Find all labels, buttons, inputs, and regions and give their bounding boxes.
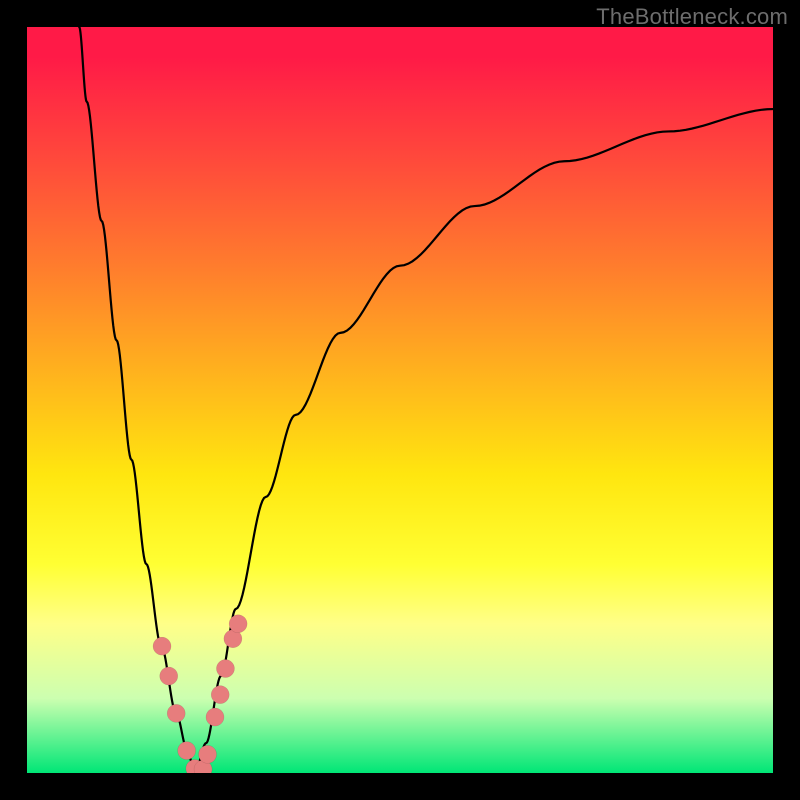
marker-dot: [178, 742, 196, 760]
chart-svg: [27, 27, 773, 773]
chart-frame: TheBottleneck.com: [0, 0, 800, 800]
marker-dot: [229, 615, 247, 633]
marker-dot: [153, 637, 171, 655]
chart-markers: [153, 615, 247, 773]
curve-left-branch: [79, 27, 195, 773]
marker-dot: [211, 686, 229, 704]
marker-dot: [160, 667, 178, 685]
chart-plot-area: [27, 27, 773, 773]
watermark-text: TheBottleneck.com: [596, 4, 788, 30]
marker-dot: [206, 708, 224, 726]
chart-curves: [79, 27, 773, 773]
marker-dot: [199, 745, 217, 763]
marker-dot: [216, 660, 234, 678]
marker-dot: [167, 704, 185, 722]
curve-right-branch: [195, 109, 773, 773]
